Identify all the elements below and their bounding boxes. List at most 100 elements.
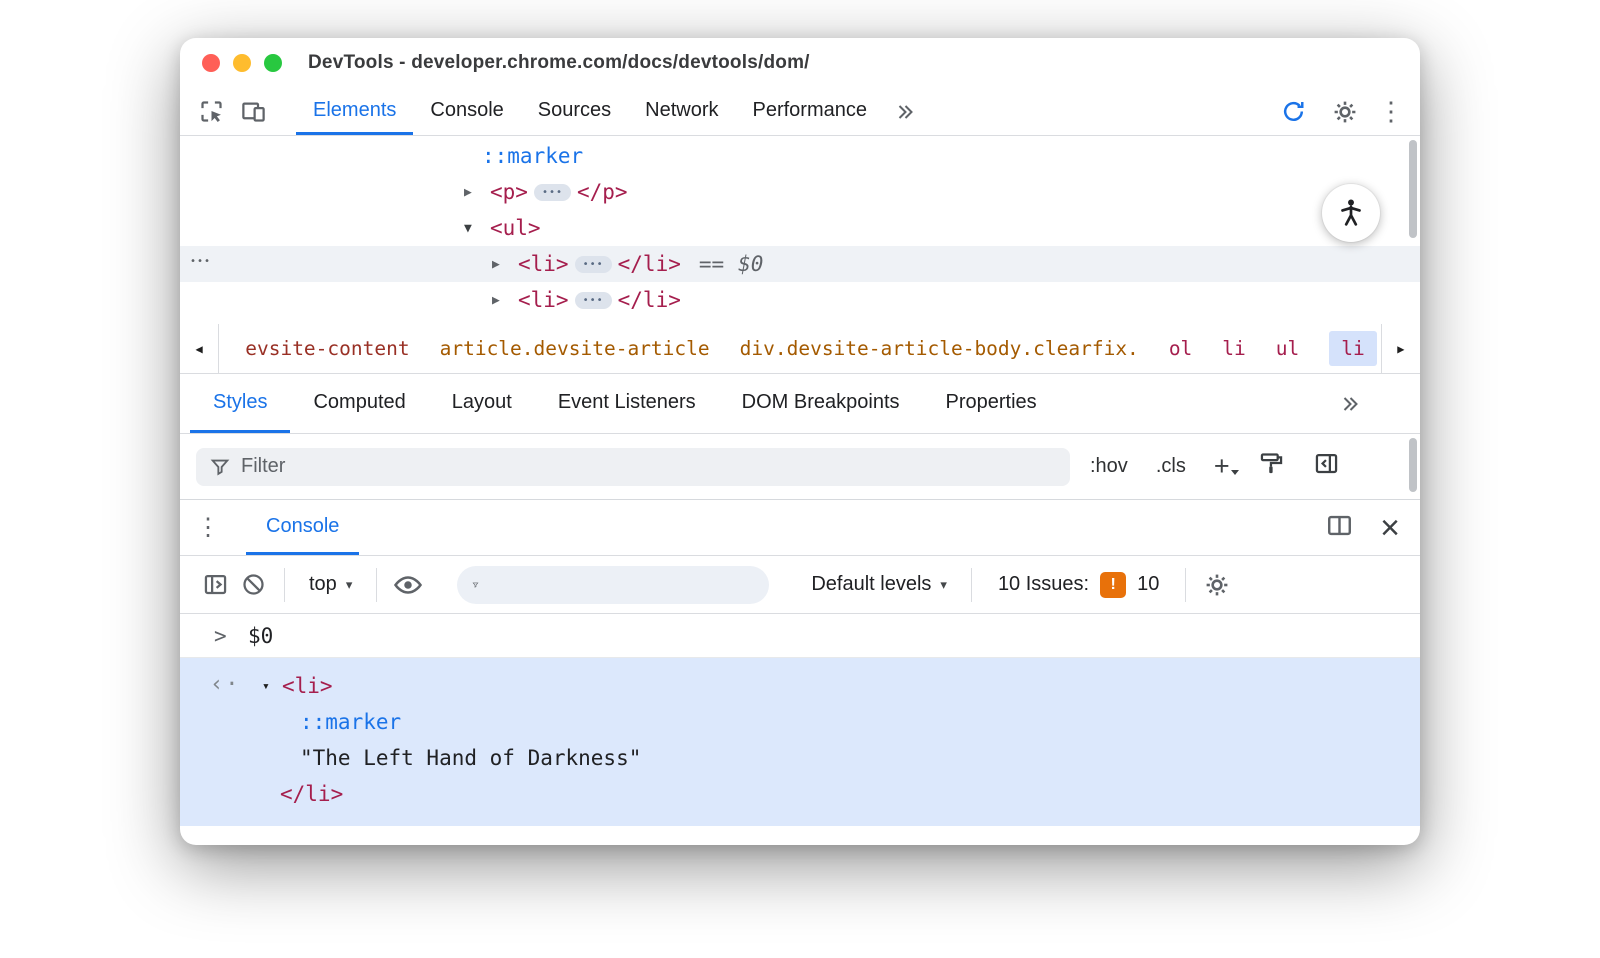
drawer-tab-console[interactable]: Console — [246, 500, 360, 555]
inline-expand-icon[interactable]: ••• — [574, 291, 612, 309]
console-settings-button[interactable] — [1198, 566, 1236, 604]
twisty-expanded-icon[interactable]: ▾ — [262, 679, 282, 694]
twisty-collapsed-icon[interactable]: ▶ — [492, 257, 518, 272]
gear-icon — [1334, 101, 1356, 122]
split-view-button[interactable] — [1325, 511, 1354, 545]
issues-count: 10 — [1137, 573, 1160, 595]
breadcrumb-item-li[interactable]: li — [1222, 337, 1245, 360]
pseudo-state-toggle[interactable]: :hov — [1090, 455, 1128, 478]
styles-scrollbar-thumb[interactable] — [1409, 438, 1417, 492]
tab-elements[interactable]: Elements — [296, 88, 414, 135]
tab-computed[interactable]: Computed — [290, 374, 428, 433]
node-menu-dots-icon[interactable]: ••• — [190, 256, 211, 267]
breadcrumb-scroll-left-button[interactable]: ◀ — [180, 324, 220, 373]
tag-close: </li> — [617, 252, 681, 276]
update-button[interactable] — [1272, 98, 1314, 125]
zoom-window-button[interactable] — [264, 54, 282, 72]
tag-open: <li> — [518, 288, 569, 312]
command-chevron-icon: > — [214, 623, 227, 648]
settings-button[interactable] — [1324, 99, 1366, 125]
pseudo-element-label: ::marker — [482, 144, 584, 168]
scroll-right-icon: ▶ — [1397, 341, 1405, 356]
paint-roller-button[interactable] — [1258, 450, 1285, 483]
tag-open: <ul> — [490, 216, 541, 240]
toolbar-separator — [970, 567, 972, 602]
tree-node-p[interactable]: ▶ <p> ••• </p> — [180, 174, 1420, 210]
eye-icon — [394, 575, 423, 594]
device-toolbar-button[interactable] — [232, 88, 274, 135]
twisty-collapsed-icon[interactable]: ▶ — [464, 185, 490, 200]
traffic-lights — [202, 54, 282, 72]
breadcrumb-item-article[interactable]: article.devsite-article — [440, 337, 710, 360]
command-text: $0 — [248, 623, 274, 648]
breadcrumb-item-devsite-content[interactable]: evsite-content — [245, 337, 409, 360]
tab-layout[interactable]: Layout — [429, 374, 535, 433]
kebab-menu-icon: ⋮ — [1378, 96, 1404, 126]
twisty-collapsed-icon[interactable]: ▶ — [492, 293, 518, 308]
twisty-expanded-icon[interactable]: ▼ — [464, 221, 490, 236]
scroll-left-icon: ◀ — [195, 341, 203, 356]
tab-performance[interactable]: Performance — [736, 88, 885, 135]
issues-counter[interactable]: 10 Issues: ! 10 — [984, 571, 1173, 598]
tab-dom-breakpoints[interactable]: DOM Breakpoints — [719, 374, 923, 433]
clear-console-button[interactable] — [234, 566, 272, 604]
styles-filter-text-field[interactable] — [241, 455, 1057, 478]
new-style-rule-button[interactable]: + — [1214, 453, 1239, 480]
live-expression-button[interactable] — [389, 566, 427, 604]
breadcrumb-item-div[interactable]: div.devsite-article-body.clearfix. — [740, 337, 1139, 360]
tree-node-li[interactable]: ▶ <li> ••• </li> — [180, 282, 1420, 318]
result-li-close-line: </li> — [180, 776, 1420, 812]
main-menu-button[interactable]: ⋮ — [1376, 96, 1406, 127]
tree-node-marker-pseudo[interactable]: ::marker — [180, 138, 1420, 174]
kebab-menu-icon: ⋮ — [196, 514, 220, 541]
inline-expand-icon[interactable]: ••• — [574, 255, 612, 273]
more-panels-button[interactable] — [884, 88, 926, 135]
console-drawer-header: ⋮ Console × — [180, 500, 1420, 556]
console-sidebar-button[interactable] — [196, 566, 234, 604]
context-label: top — [309, 573, 337, 595]
breadcrumb-item-li-selected[interactable]: li — [1329, 331, 1377, 366]
elements-scrollbar-thumb[interactable] — [1409, 140, 1417, 238]
breadcrumb-item-ol[interactable]: ol — [1169, 337, 1192, 360]
inspect-icon — [200, 101, 222, 122]
inspect-element-button[interactable] — [190, 88, 232, 135]
tree-node-ul[interactable]: ▼ <ul> — [180, 210, 1420, 246]
tab-sources[interactable]: Sources — [521, 88, 628, 135]
text-node-value: "The Left Hand of Darkness" — [300, 746, 642, 770]
toolbar-separator — [376, 567, 378, 602]
tree-node-li-selected[interactable]: ••• ▶ <li> ••• </li> == $0 — [180, 246, 1420, 282]
tab-console[interactable]: Console — [413, 88, 520, 135]
tab-event-listeners[interactable]: Event Listeners — [535, 374, 719, 433]
inline-expand-icon[interactable]: ••• — [533, 183, 571, 201]
console-sidebar-icon — [204, 574, 226, 595]
toolbar-separator — [284, 567, 285, 602]
minimize-window-button[interactable] — [233, 54, 251, 72]
breadcrumb-scroll-right-button[interactable]: ▶ — [1380, 324, 1420, 373]
toggle-sidebar-button[interactable] — [1313, 450, 1340, 483]
javascript-context-dropdown[interactable]: top ▾ — [297, 573, 364, 596]
dock-sidebar-icon — [1315, 453, 1337, 474]
styles-filter-bar: :hov .cls + — [180, 434, 1420, 500]
panel-tabs: Elements Console Sources Network Perform… — [296, 88, 884, 135]
more-styles-tabs-button[interactable] — [1338, 374, 1420, 433]
tab-network[interactable]: Network — [628, 88, 735, 135]
dollar-zero-ref: $0 — [738, 252, 764, 276]
main-toolbar: Elements Console Sources Network Perform… — [180, 88, 1420, 136]
breadcrumb-item-ul[interactable]: ul — [1276, 337, 1299, 360]
drawer-menu-button[interactable]: ⋮ — [188, 500, 228, 555]
accessibility-person-icon — [1341, 199, 1361, 226]
console-filter-text-field[interactable] — [489, 573, 755, 596]
close-drawer-button[interactable]: × — [1380, 511, 1400, 545]
result-li-open-line: ▾ <li> — [180, 668, 1420, 704]
issues-label: 10 Issues: — [997, 573, 1090, 595]
styles-filter-input[interactable] — [196, 447, 1070, 486]
tab-properties[interactable]: Properties — [923, 374, 1060, 433]
console-filter-input[interactable] — [457, 565, 770, 604]
accessibility-button[interactable] — [1322, 184, 1380, 242]
tab-styles[interactable]: Styles — [190, 374, 291, 433]
close-window-button[interactable] — [202, 54, 220, 72]
log-levels-dropdown[interactable]: Default levels ▾ — [799, 573, 959, 596]
titlebar: DevTools - developer.chrome.com/docs/dev… — [180, 38, 1420, 88]
element-classes-toggle[interactable]: .cls — [1156, 455, 1186, 478]
console-messages: > $0 ‹· ▾ <li> ::marker "The Left Hand of… — [180, 614, 1420, 845]
